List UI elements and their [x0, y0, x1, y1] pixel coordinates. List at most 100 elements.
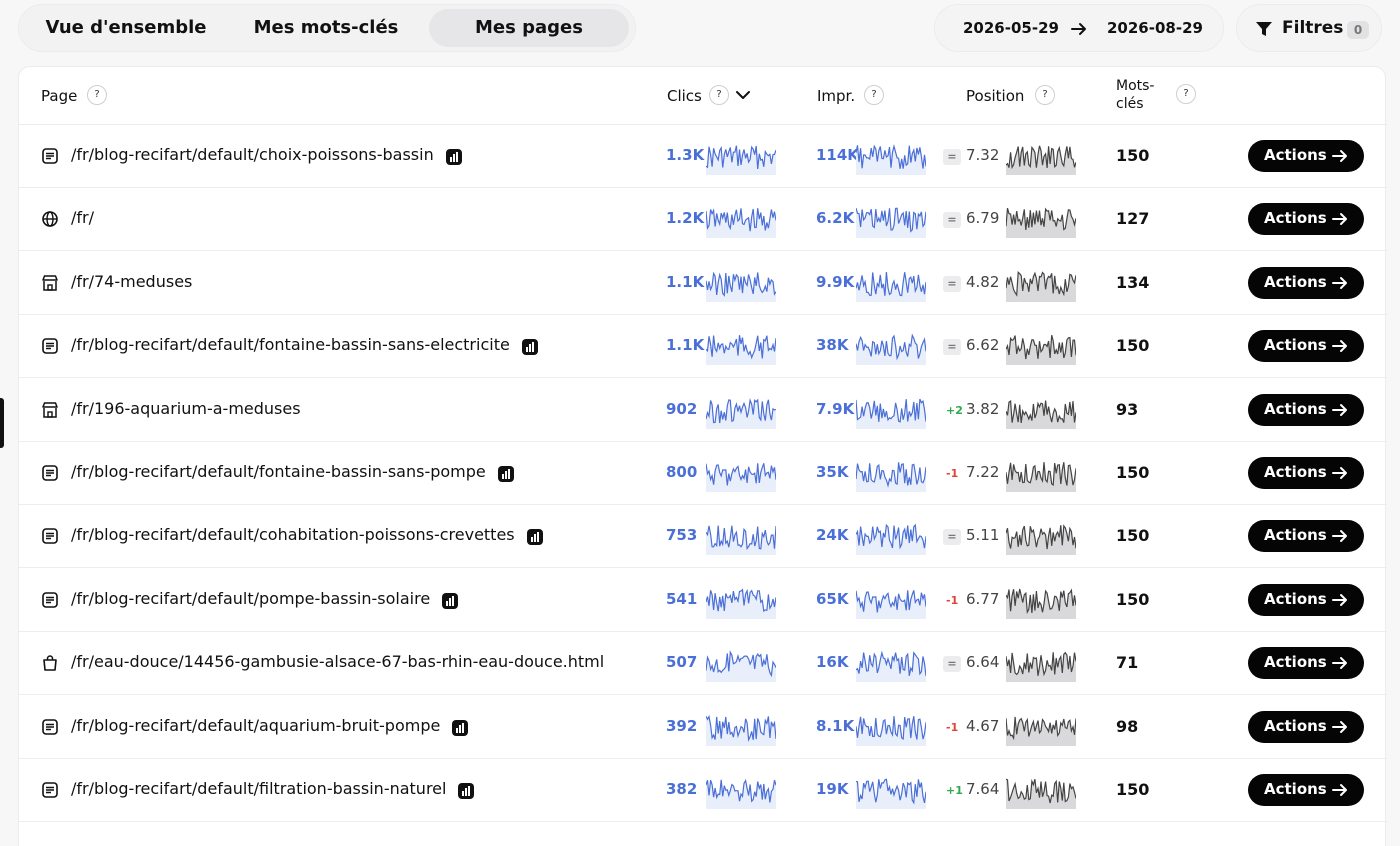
table-row[interactable]: /fr/blog-recifart/default/choix-poissons… [19, 125, 1387, 188]
actions-button[interactable]: Actions [1248, 393, 1364, 426]
table-row[interactable]: /fr/1.2K 6.2K = 6.79 127 Actions [19, 188, 1387, 252]
actions-button[interactable]: Actions [1248, 520, 1364, 553]
column-position[interactable]: Position [966, 87, 1024, 105]
tab-pages[interactable]: Mes pages [429, 9, 629, 47]
position-change-badge: -1 [946, 593, 959, 607]
page-url[interactable]: /fr/ [71, 208, 94, 227]
page-url[interactable]: /fr/blog-recifart/default/choix-poissons… [71, 145, 434, 164]
column-keywords-line2[interactable]: clés [1116, 96, 1144, 112]
help-icon[interactable]: ? [709, 85, 729, 105]
page-url[interactable]: /fr/blog-recifart/default/fontaine-bassi… [71, 462, 486, 481]
position-change-badge: +1 [946, 784, 963, 797]
page-url[interactable]: /fr/blog-recifart/default/cohabitation-p… [71, 525, 515, 544]
filters-button[interactable]: Filtres 0 [1236, 4, 1382, 52]
actions-button[interactable]: Actions [1248, 203, 1364, 236]
help-icon[interactable]: ? [1176, 84, 1196, 104]
date-range-picker[interactable]: 2026-05-29 2026-08-29 [934, 4, 1224, 52]
store-icon [42, 275, 58, 291]
side-panel-handle[interactable] [0, 398, 4, 448]
position-value: 7.64 [966, 780, 1000, 798]
impressions-sparkline [856, 271, 926, 302]
column-impressions[interactable]: Impr. [817, 87, 855, 105]
bar-chart-icon[interactable] [522, 339, 538, 356]
actions-button[interactable]: Actions [1248, 774, 1364, 806]
tab-keywords[interactable]: Mes mots-clés [225, 9, 427, 47]
actions-button[interactable]: Actions [1248, 710, 1364, 743]
actions-button[interactable]: Actions [1248, 330, 1364, 363]
arrow-right-icon [1332, 657, 1347, 670]
clicks-value: 541 [666, 589, 698, 608]
position-value: 4.67 [966, 716, 1000, 735]
bar-chart-icon[interactable] [458, 783, 474, 799]
actions-button[interactable]: Actions [1248, 266, 1364, 299]
position-sparkline [1006, 588, 1076, 619]
position-change-badge: = [943, 149, 961, 165]
actions-label: Actions [1264, 399, 1327, 418]
impressions-sparkline [856, 208, 926, 239]
page-url[interactable]: /fr/blog-recifart/default/aquarium-bruit… [71, 716, 440, 735]
actions-label: Actions [1264, 653, 1327, 672]
actions-button[interactable]: Actions [1248, 583, 1364, 616]
date-start: 2026-05-29 [963, 19, 1059, 37]
bar-chart-icon[interactable] [452, 719, 468, 736]
help-icon[interactable]: ? [864, 85, 884, 105]
store-icon [42, 401, 58, 418]
keywords-count: 150 [1116, 336, 1150, 356]
impressions-sparkline [856, 144, 926, 175]
bar-chart-icon[interactable] [442, 592, 458, 609]
top-bar: Vue d'ensemble Mes mots-clés Mes pages 2… [0, 0, 1400, 60]
table-row[interactable]: /fr/blog-recifart/default/filtration-bas… [19, 759, 1387, 822]
article-icon [42, 148, 58, 164]
position-sparkline [1006, 270, 1076, 302]
page-url[interactable]: /fr/blog-recifart/default/fontaine-bassi… [71, 335, 510, 354]
column-clicks[interactable]: Clics [667, 87, 702, 105]
column-keywords-line1[interactable]: Mots- [1116, 78, 1154, 94]
impressions-value: 7.9K [816, 399, 855, 418]
view-tabs: Vue d'ensemble Mes mots-clés Mes pages [18, 4, 636, 52]
page-url[interactable]: /fr/196-aquarium-a-meduses [71, 399, 301, 418]
article-icon [42, 465, 58, 481]
impressions-value: 8.1K [816, 716, 855, 735]
keywords-count: 150 [1116, 526, 1150, 546]
clicks-sparkline [706, 714, 776, 746]
position-sparkline [1006, 524, 1076, 556]
keywords-count: 134 [1116, 272, 1150, 292]
bar-chart-icon[interactable] [446, 149, 462, 165]
page-url[interactable]: /fr/eau-douce/14456-gambusie-alsace-67-b… [71, 652, 604, 671]
column-page[interactable]: Page [41, 87, 77, 105]
actions-button[interactable]: Actions [1248, 140, 1364, 172]
clicks-sparkline [706, 588, 776, 619]
impressions-sparkline [856, 650, 926, 683]
table-row[interactable]: /fr/blog-recifart/default/aquarium-bruit… [19, 696, 1387, 759]
position-value: 6.62 [966, 336, 1000, 355]
actions-button[interactable]: Actions [1248, 647, 1364, 680]
bar-chart-icon[interactable] [498, 466, 514, 482]
filters-label: Filtres [1282, 18, 1344, 38]
position-value: 3.82 [966, 399, 1000, 418]
clicks-sparkline [706, 463, 776, 492]
page-url[interactable]: /fr/74-meduses [71, 272, 192, 291]
arrow-right-icon [1332, 593, 1347, 606]
position-change-badge: = [943, 656, 961, 673]
page-url[interactable]: /fr/blog-recifart/default/filtration-bas… [71, 779, 446, 798]
help-icon[interactable]: ? [87, 85, 107, 105]
actions-button[interactable]: Actions [1248, 457, 1364, 489]
table-row[interactable]: /fr/eau-douce/14456-gambusie-alsace-67-b… [19, 632, 1387, 696]
bar-chart-icon[interactable] [527, 529, 543, 546]
table-row[interactable]: /fr/blog-recifart/default/fontaine-bassi… [19, 442, 1387, 505]
impressions-value: 16K [816, 653, 849, 672]
tab-overview[interactable]: Vue d'ensemble [27, 9, 225, 47]
impressions-value: 65K [816, 589, 849, 608]
impressions-value: 9.9K [816, 272, 855, 291]
table-row[interactable]: /fr/blog-recifart/default/pompe-bassin-s… [19, 569, 1387, 632]
clicks-sparkline [706, 145, 776, 175]
page-url[interactable]: /fr/blog-recifart/default/pompe-bassin-s… [71, 589, 430, 608]
position-value: 6.64 [966, 653, 1000, 672]
sort-desc-chevron-icon[interactable] [735, 89, 751, 101]
help-icon[interactable]: ? [1035, 85, 1055, 105]
table-row[interactable]: /fr/blog-recifart/default/cohabitation-p… [19, 505, 1387, 569]
table-row[interactable]: /fr/74-meduses 1.1K 9.9K = 4.82 134 Actions [19, 252, 1387, 315]
table-row[interactable]: /fr/blog-recifart/default/fontaine-bassi… [19, 315, 1387, 379]
table-row[interactable]: /fr/196-aquarium-a-meduses 902 7.9K +2 3.82 9… [19, 379, 1387, 442]
position-value: 4.82 [966, 272, 1000, 291]
